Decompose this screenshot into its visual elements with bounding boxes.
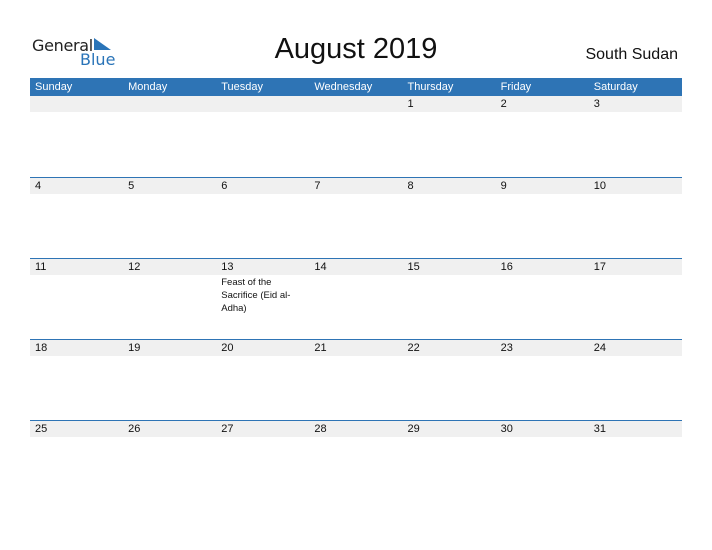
- day-number: 10: [593, 180, 606, 192]
- day-number: 22: [407, 342, 420, 354]
- day-cell: 12: [123, 259, 216, 275]
- day-number: 16: [500, 261, 513, 273]
- day-number: 23: [500, 342, 513, 354]
- week-row: 1 2 3: [30, 96, 682, 177]
- day-cell: 1: [403, 96, 496, 112]
- day-cell: 28: [309, 421, 402, 437]
- day-number: 11: [35, 261, 47, 273]
- day-cell: 22: [403, 340, 496, 356]
- day-number: 21: [314, 342, 327, 354]
- date-strip: 1 2 3: [30, 96, 682, 112]
- weekday-saturday: Saturday: [593, 81, 638, 93]
- day-cell: [30, 96, 123, 112]
- day-number: 12: [128, 261, 141, 273]
- day-number: 29: [407, 423, 420, 435]
- day-cell: 15: [403, 259, 496, 275]
- calendar-grid: Sunday Monday Tuesday Wednesday Thursday Frid…: [30, 78, 682, 501]
- day-number: 19: [128, 342, 141, 354]
- day-cell: 29: [403, 421, 496, 437]
- day-number: 13: [221, 261, 234, 273]
- day-cell: 25: [30, 421, 123, 437]
- day-number: 2: [500, 98, 507, 110]
- day-number: 18: [35, 342, 48, 354]
- date-strip: 18 19 20 21 22 23 24: [30, 340, 682, 356]
- day-cell: 3: [589, 96, 682, 112]
- day-cell: 26: [123, 421, 216, 437]
- week-row: 4 5 6 7 8 9 10: [30, 177, 682, 258]
- day-number: 9: [500, 180, 507, 192]
- day-cell: 24: [589, 340, 682, 356]
- weekday-wednesday: Wednesday: [314, 81, 373, 93]
- day-number: 7: [314, 180, 321, 192]
- week-row: 11 12 13 Feast of the Sacrifice (Eid al-Adh…: [30, 258, 682, 339]
- date-strip: 11 12 13 Feast of the Sacrifice (Eid al-Adh…: [30, 259, 682, 314]
- day-cell: 6: [216, 178, 309, 194]
- date-strip: 4 5 6 7 8 9 10: [30, 178, 682, 194]
- day-cell: [216, 96, 309, 112]
- day-cell: [309, 96, 402, 112]
- weekday-thursday: Thursday: [407, 81, 454, 93]
- day-cell: 8: [403, 178, 496, 194]
- day-cell: [123, 96, 216, 112]
- day-cell: 9: [496, 178, 589, 194]
- day-cell: 20: [216, 340, 309, 356]
- day-cell: 7: [309, 178, 402, 194]
- day-cell: 23: [496, 340, 589, 356]
- day-cell: 27: [216, 421, 309, 437]
- day-number: 25: [35, 423, 48, 435]
- day-number: 14: [314, 261, 327, 273]
- day-cell: 30: [496, 421, 589, 437]
- day-cell: 11: [30, 259, 123, 275]
- week-row: 18 19 20 21 22 23 24: [30, 339, 682, 420]
- day-cell: 17: [589, 259, 682, 275]
- day-number: 5: [128, 180, 135, 192]
- weekday-tuesday: Tuesday: [221, 81, 264, 93]
- date-strip: 25 26 27 28 29 30 31: [30, 421, 682, 437]
- holiday-event: Feast of the Sacrifice (Eid al-Adha): [221, 277, 291, 314]
- day-number: 17: [593, 261, 606, 273]
- day-cell: 19: [123, 340, 216, 356]
- day-number: 6: [221, 180, 228, 192]
- day-number: 4: [35, 180, 42, 192]
- day-number: 24: [593, 342, 606, 354]
- day-cell: 2: [496, 96, 589, 112]
- day-number: 30: [500, 423, 513, 435]
- day-number: 31: [593, 423, 606, 435]
- day-cell: 10: [589, 178, 682, 194]
- weekday-header: Sunday Monday Tuesday Wednesday Thursday Frid…: [30, 78, 682, 96]
- country-label: South Sudan: [585, 46, 678, 63]
- day-number: 3: [593, 98, 600, 110]
- weekday-friday: Friday: [500, 81, 532, 93]
- weekday-monday: Monday: [128, 81, 168, 93]
- day-number: 27: [221, 423, 234, 435]
- day-number: 20: [221, 342, 234, 354]
- day-number: 28: [314, 423, 327, 435]
- day-cell: 16: [496, 259, 589, 275]
- day-cell: 31: [589, 421, 682, 437]
- week-row: 25 26 27 28 29 30 31: [30, 420, 682, 501]
- day-cell: 21: [309, 340, 402, 356]
- day-cell: 18: [30, 340, 123, 356]
- day-number: 15: [407, 261, 420, 273]
- day-cell: 14: [309, 259, 402, 275]
- day-number: 26: [128, 423, 141, 435]
- day-number: 1: [407, 98, 414, 110]
- day-number: 8: [407, 180, 414, 192]
- day-cell: 4: [30, 178, 123, 194]
- day-cell: 5: [123, 178, 216, 194]
- weekday-sunday: Sunday: [35, 81, 73, 93]
- day-cell: 13 Feast of the Sacrifice (Eid al-Adha): [216, 259, 309, 314]
